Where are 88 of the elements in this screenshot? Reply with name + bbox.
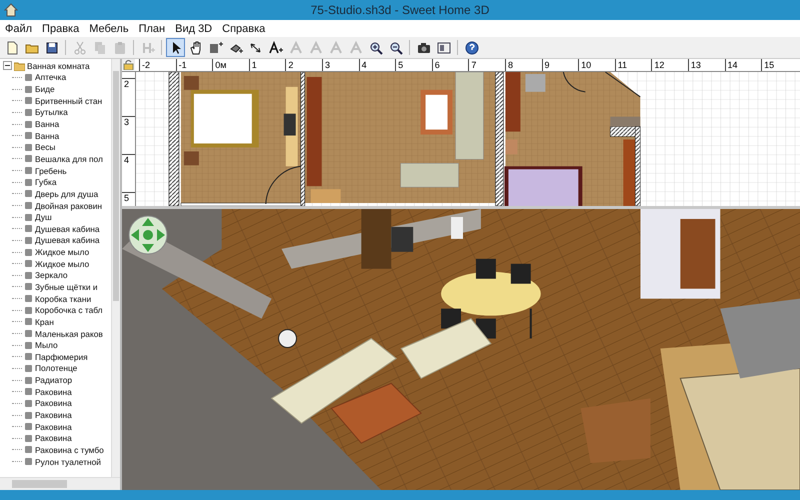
ruler-label: 10 [578,59,615,71]
ruler-label: 3 [322,59,359,71]
tree-item[interactable]: Раковина [0,386,111,398]
ruler-label: 7 [468,59,505,71]
room-3d-drawing[interactable] [122,209,800,490]
text-plus-icon [268,40,282,54]
tree-item[interactable]: Рулон туалетной [0,456,111,468]
tree-item[interactable]: Ванна [0,118,111,130]
dimension-icon [248,40,262,54]
ruler-label: 3 [122,116,135,154]
hand-icon [188,40,202,54]
tree-item[interactable]: Вешалка для пол [0,153,111,165]
letter-icon [328,40,342,54]
tree-item[interactable]: Душевая кабина [0,234,111,246]
clipboard-icon [112,40,126,54]
tree-item[interactable]: Душ [0,211,111,223]
ruler-label: 13 [688,59,724,71]
tree-item[interactable]: Биде [0,83,111,95]
zoom-out-icon [388,40,402,54]
tree-item[interactable]: Зеркало [0,270,111,282]
ruler-label: -2 [139,59,176,71]
screen-icon [436,40,450,54]
ruler-label: 2 [285,59,322,71]
ruler-label: 6 [432,59,468,71]
tree-item[interactable]: Ванна [0,130,111,142]
tree-item[interactable]: Мыло [0,339,111,352]
tree-item[interactable]: Раковина [0,409,111,421]
menu-item[interactable]: Файл [2,22,36,34]
tree-item[interactable]: Раковина [0,432,111,444]
tree-item[interactable]: Раковина [0,420,111,432]
tree-item[interactable]: Душевая кабина [0,222,111,235]
tree-item[interactable]: Раковина [0,398,111,410]
tree-item[interactable]: Полотенце [0,362,111,374]
tree-item[interactable]: Раковина с тумбо [0,444,111,456]
toolbar-button[interactable] [166,38,185,57]
navigation-arrows-icon[interactable] [128,215,168,255]
tree-item[interactable]: Радиатор [0,374,111,386]
lock-icon[interactable] [122,59,135,70]
letter-icon [348,40,362,54]
copy-icon [92,40,106,54]
horizontal-scrollbar[interactable] [0,477,120,490]
menu-item[interactable]: Справка [219,22,268,34]
menu-item[interactable]: Правка [39,22,82,34]
tree-item[interactable]: Зубные щётки и [0,281,111,293]
category-label: Ванная комната [27,60,90,71]
tree-item[interactable]: Коробка ткани [0,292,111,304]
tree-item[interactable]: Дверь для душа [0,188,111,200]
ruler-label: 5 [395,59,432,71]
tree-item[interactable]: Жидкое мыло [0,246,111,258]
menu-item[interactable]: План [136,22,168,34]
ruler-label: 8 [504,59,542,71]
scissors-icon [72,40,86,54]
tree-item[interactable]: Коробочка с табл [0,304,111,316]
camera-icon [416,40,430,54]
tree-item[interactable]: Ванная комната [0,60,111,72]
vertical-scrollbar[interactable] [111,59,120,477]
ruler-label: -1 [176,59,212,71]
tree-item[interactable]: Кран [0,316,111,328]
menu-item[interactable]: Мебель [86,22,132,34]
house-icon [4,3,18,17]
ruler-label: 15 [761,59,798,71]
ruler-label: 14 [724,59,762,71]
ruler-label: 2 [122,78,135,116]
tree-item[interactable]: Жидкое мыло [0,258,111,270]
help-icon [464,40,478,54]
collapse-icon[interactable] [3,61,12,70]
ruler-label: 9 [542,59,578,71]
menu-item[interactable]: Вид 3D [172,22,216,34]
zoom-in-icon [368,40,382,54]
tree-item[interactable]: Аптечка [0,72,111,84]
ruler-label: 4 [122,154,135,192]
tree-item[interactable]: Парфюмерия [0,351,111,363]
letter-icon [288,40,302,54]
tree-item[interactable]: Губка [0,176,111,188]
ruler-label: 0м [212,59,249,71]
tree-item[interactable]: Гребень [0,164,111,176]
ruler-label: 11 [614,59,652,71]
ruler-label: 4 [358,59,396,71]
tree-item[interactable]: Весы [0,141,111,154]
letter-icon [308,40,322,54]
ruler-label: 1 [248,59,286,71]
document-icon [4,40,18,54]
tree-item[interactable]: Бутылка [0,106,111,118]
window-title: 75-Studio.sh3d - Sweet Home 3D [310,3,490,17]
ruler-label: 12 [651,59,688,71]
tree-item[interactable]: Двойная раковин [0,200,111,212]
tree-item[interactable]: Бритвенный стан [0,94,111,107]
tree-item[interactable]: Маленькая раков [0,328,111,340]
